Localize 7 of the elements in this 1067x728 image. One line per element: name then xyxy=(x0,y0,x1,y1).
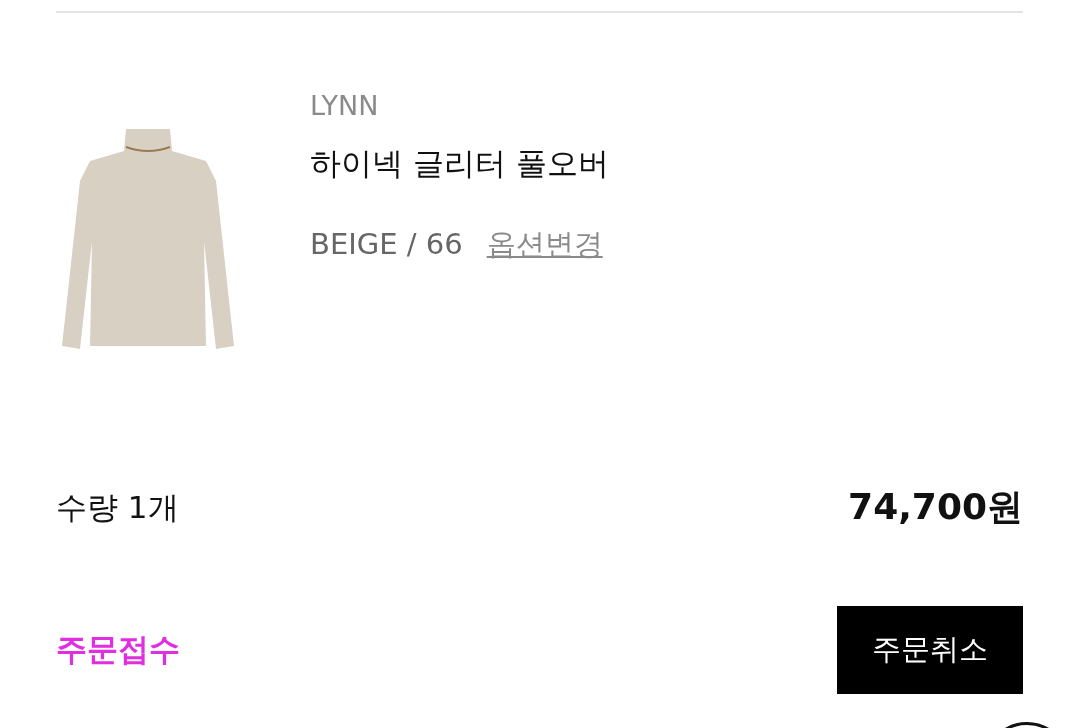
brand-name: LYNN xyxy=(310,89,380,123)
cancel-order-button[interactable]: 주문취소 xyxy=(837,606,1023,694)
order-status: 주문접수 xyxy=(56,630,180,669)
product-name: 하이넥 글리터 풀오버 xyxy=(310,144,609,183)
price-text: 74,700원 xyxy=(848,485,1023,529)
quantity-text: 수량 1개 xyxy=(56,487,179,527)
option-text: BEIGE / 66 xyxy=(310,227,463,261)
